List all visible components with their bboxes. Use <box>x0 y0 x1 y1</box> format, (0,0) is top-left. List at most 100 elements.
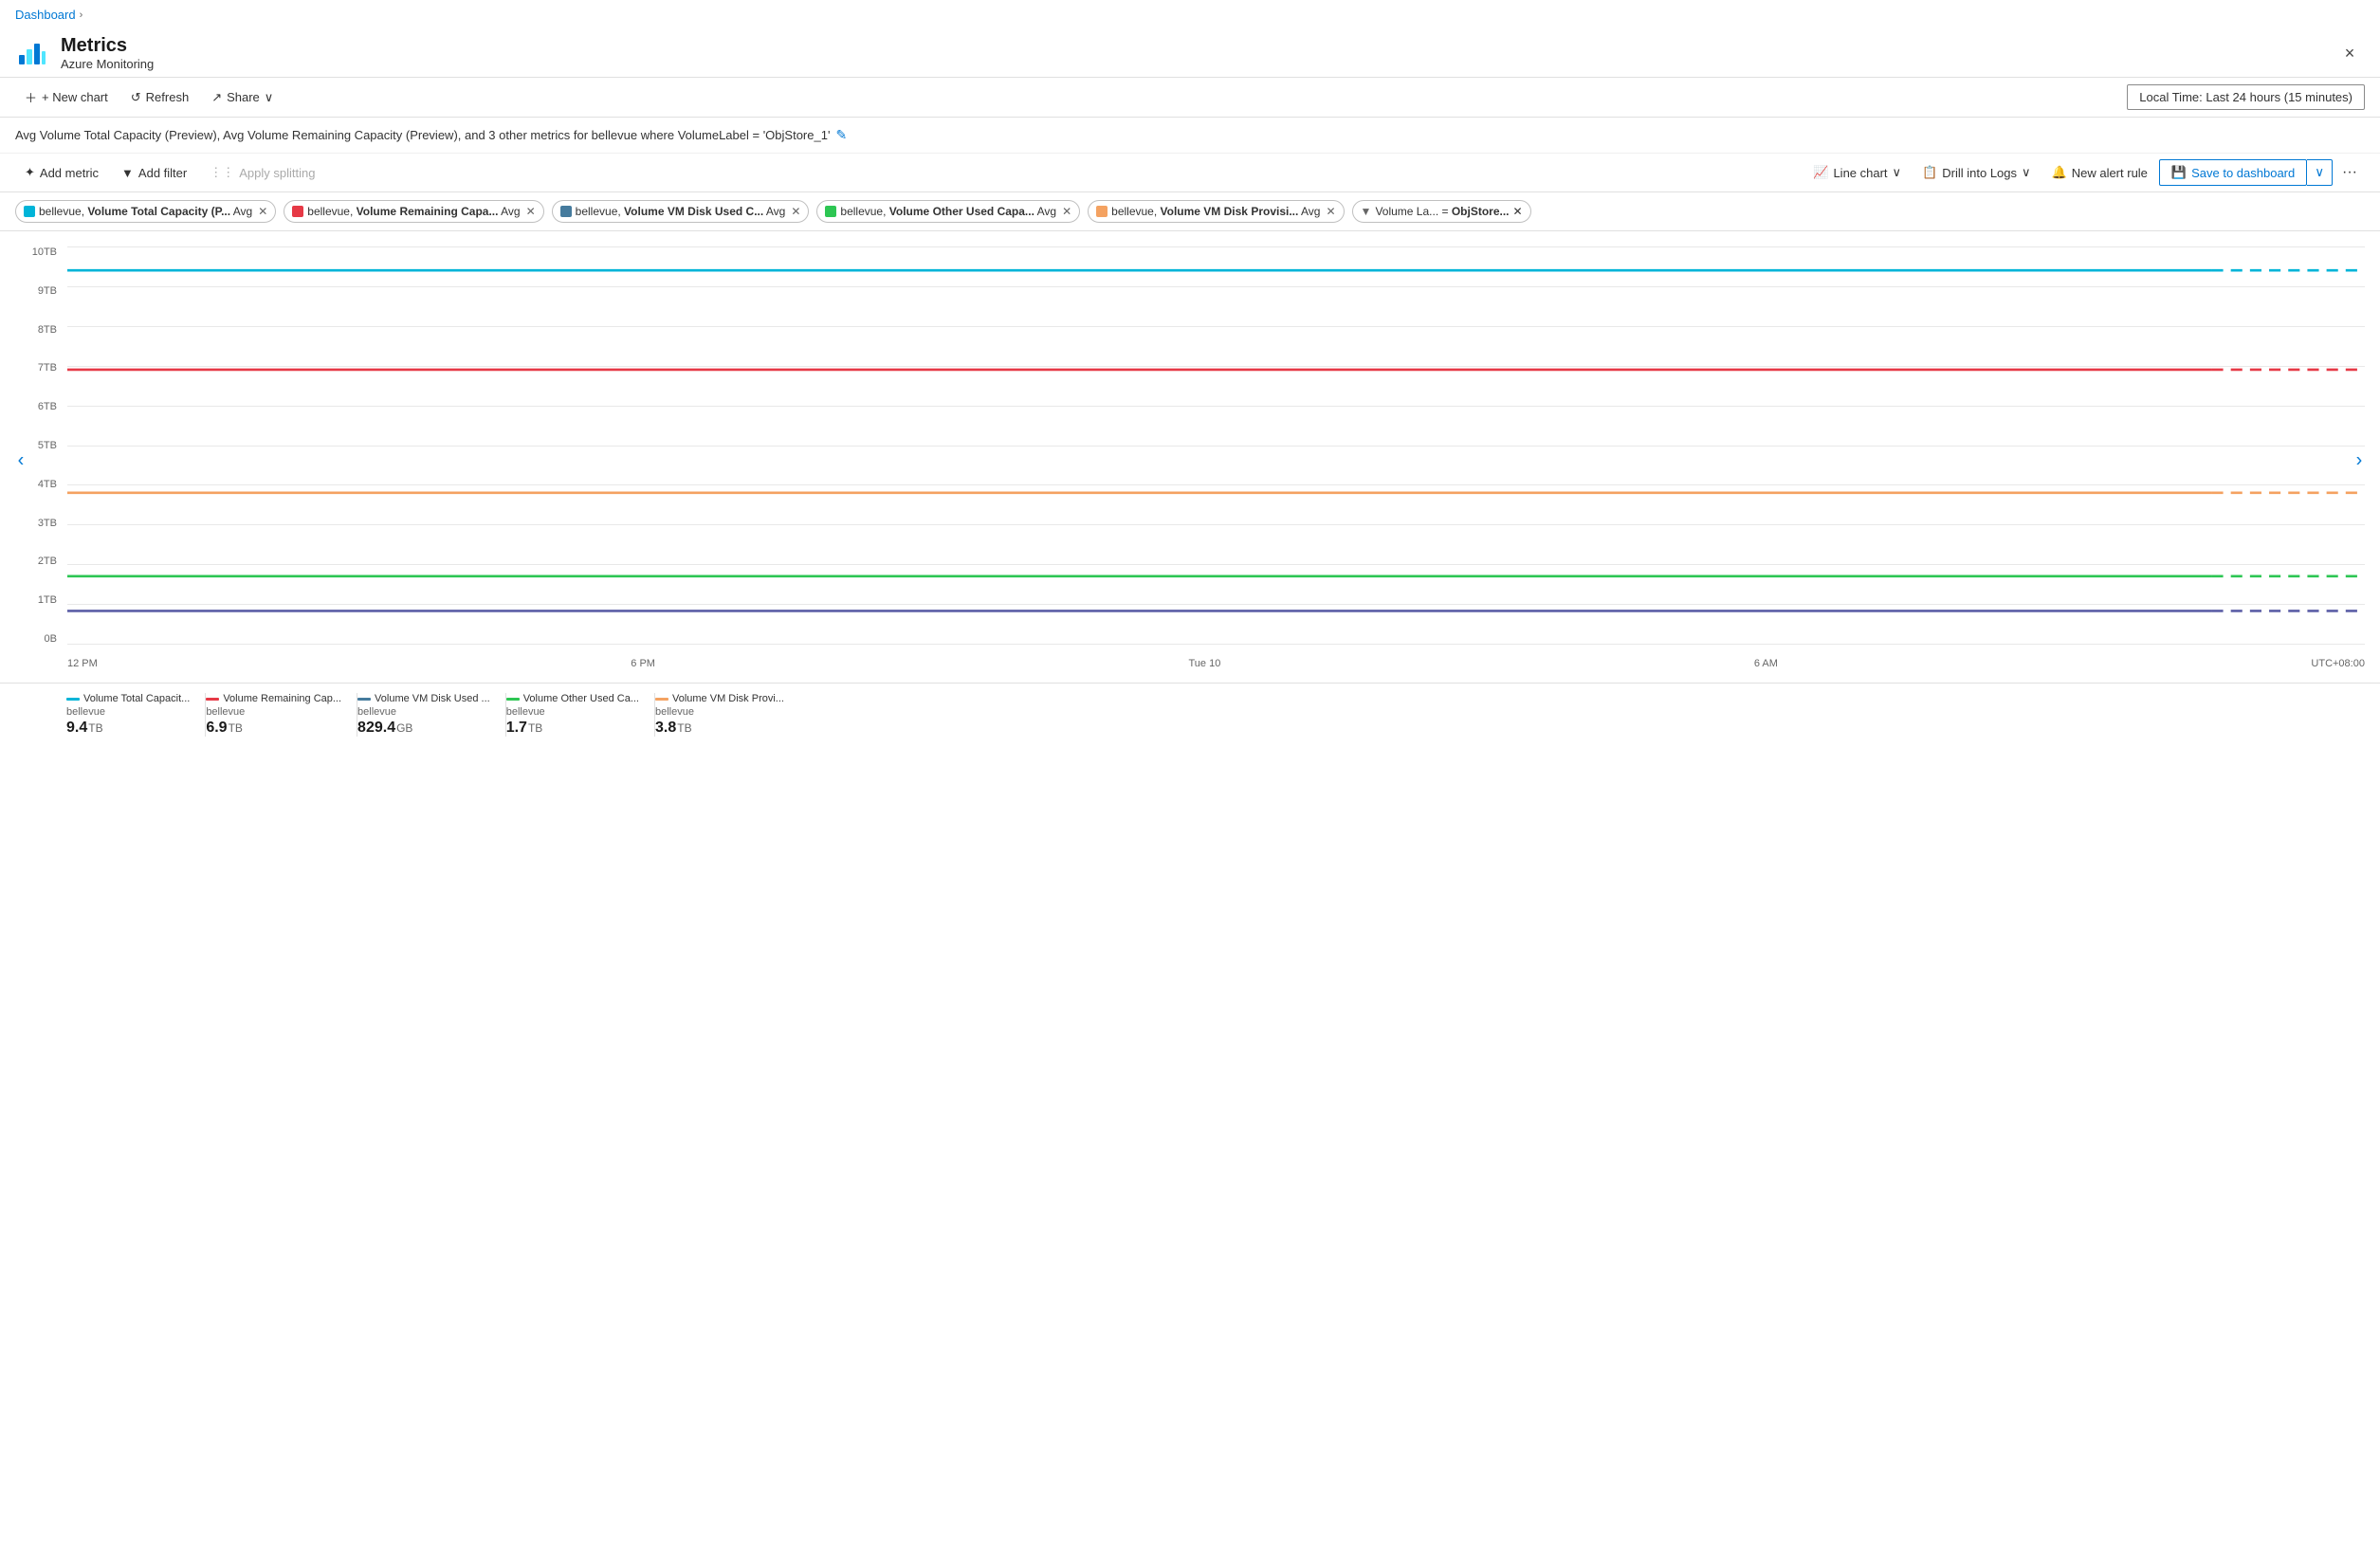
x-label-utc: UTC+08:00 <box>2311 658 2365 669</box>
y-axis: 10TB 9TB 8TB 7TB 6TB 5TB 4TB 3TB 2TB 1TB… <box>15 246 63 645</box>
apply-splitting-button[interactable]: ⋮⋮ Apply splitting <box>200 160 324 185</box>
chart-svg <box>67 246 2365 644</box>
legend-color-1 <box>66 698 80 701</box>
legend-name-1: Volume Total Capacit... <box>83 693 190 704</box>
apply-splitting-label: Apply splitting <box>239 166 315 180</box>
new-chart-label: + New chart <box>42 90 108 104</box>
drill-logs-chevron-icon: ∨ <box>2022 165 2031 180</box>
legend-value-5: 3.8TB <box>655 720 784 737</box>
more-options-button[interactable]: ··· <box>2334 159 2365 186</box>
filter-tag-close[interactable]: ✕ <box>1513 205 1523 218</box>
legend-unit-4: TB <box>528 721 542 735</box>
legend-item-2: Volume Remaining Cap... bellevue 6.9TB <box>206 693 357 737</box>
add-metric-button[interactable]: ✦ Add metric <box>15 160 108 185</box>
grid-line-10 <box>67 644 2365 645</box>
add-filter-icon: ▼ <box>121 166 134 180</box>
metrics-toolbar-left: ✦ Add metric ▼ Add filter ⋮⋮ Apply split… <box>15 160 324 185</box>
legend-bar: Volume Total Capacit... bellevue 9.4TB V… <box>0 683 2380 746</box>
add-metric-icon: ✦ <box>25 165 35 180</box>
new-chart-button[interactable]: ＋ + New chart <box>15 83 118 111</box>
edit-title-icon[interactable]: ✎ <box>835 127 847 143</box>
refresh-button[interactable]: ↺ Refresh <box>121 85 198 110</box>
chart-nav-right[interactable]: › <box>2346 440 2372 482</box>
legend-unit-3: GB <box>396 721 412 735</box>
tag-text-3: bellevue, Volume VM Disk Used C... Avg <box>576 205 786 218</box>
legend-color-3 <box>357 698 371 701</box>
tag-close-4[interactable]: ✕ <box>1062 205 1071 218</box>
tag-text-2: bellevue, Volume Remaining Capa... Avg <box>307 205 520 218</box>
tag-text-1: bellevue, Volume Total Capacity (P... Av… <box>39 205 252 218</box>
x-label-6pm: 6 PM <box>631 658 655 669</box>
filter-tag-volume[interactable]: ▼ Volume La... = ObjStore... ✕ <box>1352 200 1531 223</box>
breadcrumb: Dashboard › <box>0 0 2380 29</box>
legend-label-4: Volume Other Used Ca... <box>506 693 639 704</box>
tag-close-5[interactable]: ✕ <box>1326 205 1335 218</box>
tag-close-1[interactable]: ✕ <box>258 205 267 218</box>
share-icon: ↗ <box>211 90 222 105</box>
legend-item-4: Volume Other Used Ca... bellevue 1.7TB <box>506 693 655 737</box>
new-alert-label: New alert rule <box>2072 166 2148 180</box>
line-chart-icon: 📈 <box>1813 165 1828 180</box>
tag-close-3[interactable]: ✕ <box>791 205 800 218</box>
x-label-tue10: Tue 10 <box>1188 658 1220 669</box>
legend-label-2: Volume Remaining Cap... <box>206 693 341 704</box>
chart-title-bar: Avg Volume Total Capacity (Preview), Avg… <box>0 118 2380 154</box>
tag-color-dot-4 <box>825 206 836 217</box>
legend-color-4 <box>506 698 520 701</box>
breadcrumb-dashboard[interactable]: Dashboard <box>15 8 76 22</box>
metric-tag-5[interactable]: bellevue, Volume VM Disk Provisi... Avg … <box>1088 200 1344 223</box>
drill-into-logs-button[interactable]: 📋 Drill into Logs ∨ <box>1913 160 2040 185</box>
tag-text-5: bellevue, Volume VM Disk Provisi... Avg <box>1111 205 1320 218</box>
save-dropdown-button[interactable]: ∨ <box>2307 159 2333 186</box>
alert-icon: 🔔 <box>2052 165 2067 180</box>
tag-close-2[interactable]: ✕ <box>526 205 536 218</box>
legend-item-5: Volume VM Disk Provi... bellevue 3.8TB <box>655 693 799 737</box>
save-group: 💾 Save to dashboard ∨ <box>2159 159 2333 186</box>
x-label-12pm: 12 PM <box>67 658 98 669</box>
top-toolbar: ＋ + New chart ↺ Refresh ↗ Share ∨ Local … <box>0 78 2380 118</box>
share-button[interactable]: ↗ Share ∨ <box>202 85 283 110</box>
metric-tag-3[interactable]: bellevue, Volume VM Disk Used C... Avg ✕ <box>552 200 810 223</box>
time-range-button[interactable]: Local Time: Last 24 hours (15 minutes) <box>2127 84 2365 110</box>
new-alert-rule-button[interactable]: 🔔 New alert rule <box>2042 160 2157 185</box>
metric-tag-4[interactable]: bellevue, Volume Other Used Capa... Avg … <box>816 200 1080 223</box>
metrics-toolbar: ✦ Add metric ▼ Add filter ⋮⋮ Apply split… <box>0 154 2380 192</box>
header-title-group: Metrics Azure Monitoring <box>61 35 154 71</box>
y-label-3tb: 3TB <box>38 518 57 529</box>
y-label-2tb: 2TB <box>38 556 57 567</box>
app-icon <box>15 36 49 70</box>
legend-name-3: Volume VM Disk Used ... <box>375 693 490 704</box>
legend-sub-2: bellevue <box>206 706 341 718</box>
save-to-dashboard-button[interactable]: 💾 Save to dashboard <box>2159 159 2307 186</box>
add-filter-button[interactable]: ▼ Add filter <box>112 161 196 185</box>
metric-tag-1[interactable]: bellevue, Volume Total Capacity (P... Av… <box>15 200 276 223</box>
legend-item-1: Volume Total Capacit... bellevue 9.4TB <box>66 693 206 737</box>
y-label-9tb: 9TB <box>38 285 57 297</box>
line-chart-button[interactable]: 📈 Line chart ∨ <box>1803 160 1911 185</box>
tag-color-dot-2 <box>292 206 303 217</box>
legend-unit-1: TB <box>88 721 102 735</box>
tag-text-4: bellevue, Volume Other Used Capa... Avg <box>840 205 1056 218</box>
save-dashboard-label: Save to dashboard <box>2191 166 2295 180</box>
add-filter-label: Add filter <box>138 166 187 180</box>
add-metric-label: Add metric <box>40 166 99 180</box>
page-subtitle: Azure Monitoring <box>61 57 154 71</box>
y-label-10tb: 10TB <box>32 246 57 258</box>
metric-tag-2[interactable]: bellevue, Volume Remaining Capa... Avg ✕ <box>284 200 543 223</box>
page-title: Metrics <box>61 35 154 57</box>
legend-sub-4: bellevue <box>506 706 639 718</box>
toolbar-left: ＋ + New chart ↺ Refresh ↗ Share ∨ <box>15 83 283 111</box>
legend-label-3: Volume VM Disk Used ... <box>357 693 490 704</box>
tag-color-dot-3 <box>560 206 572 217</box>
filter-tag-text: Volume La... = ObjStore... <box>1375 205 1509 218</box>
chart-plot <box>67 246 2365 645</box>
y-label-8tb: 8TB <box>38 324 57 336</box>
tag-color-dot-1 <box>24 206 35 217</box>
y-label-6tb: 6TB <box>38 401 57 412</box>
legend-sub-3: bellevue <box>357 706 490 718</box>
chart-container: ‹ 10TB 9TB 8TB 7TB 6TB 5TB 4TB 3TB 2TB 1… <box>15 246 2365 683</box>
close-button[interactable]: × <box>2334 38 2365 68</box>
legend-unit-2: TB <box>229 721 243 735</box>
drill-logs-icon: 📋 <box>1922 165 1937 180</box>
legend-color-5 <box>655 698 668 701</box>
